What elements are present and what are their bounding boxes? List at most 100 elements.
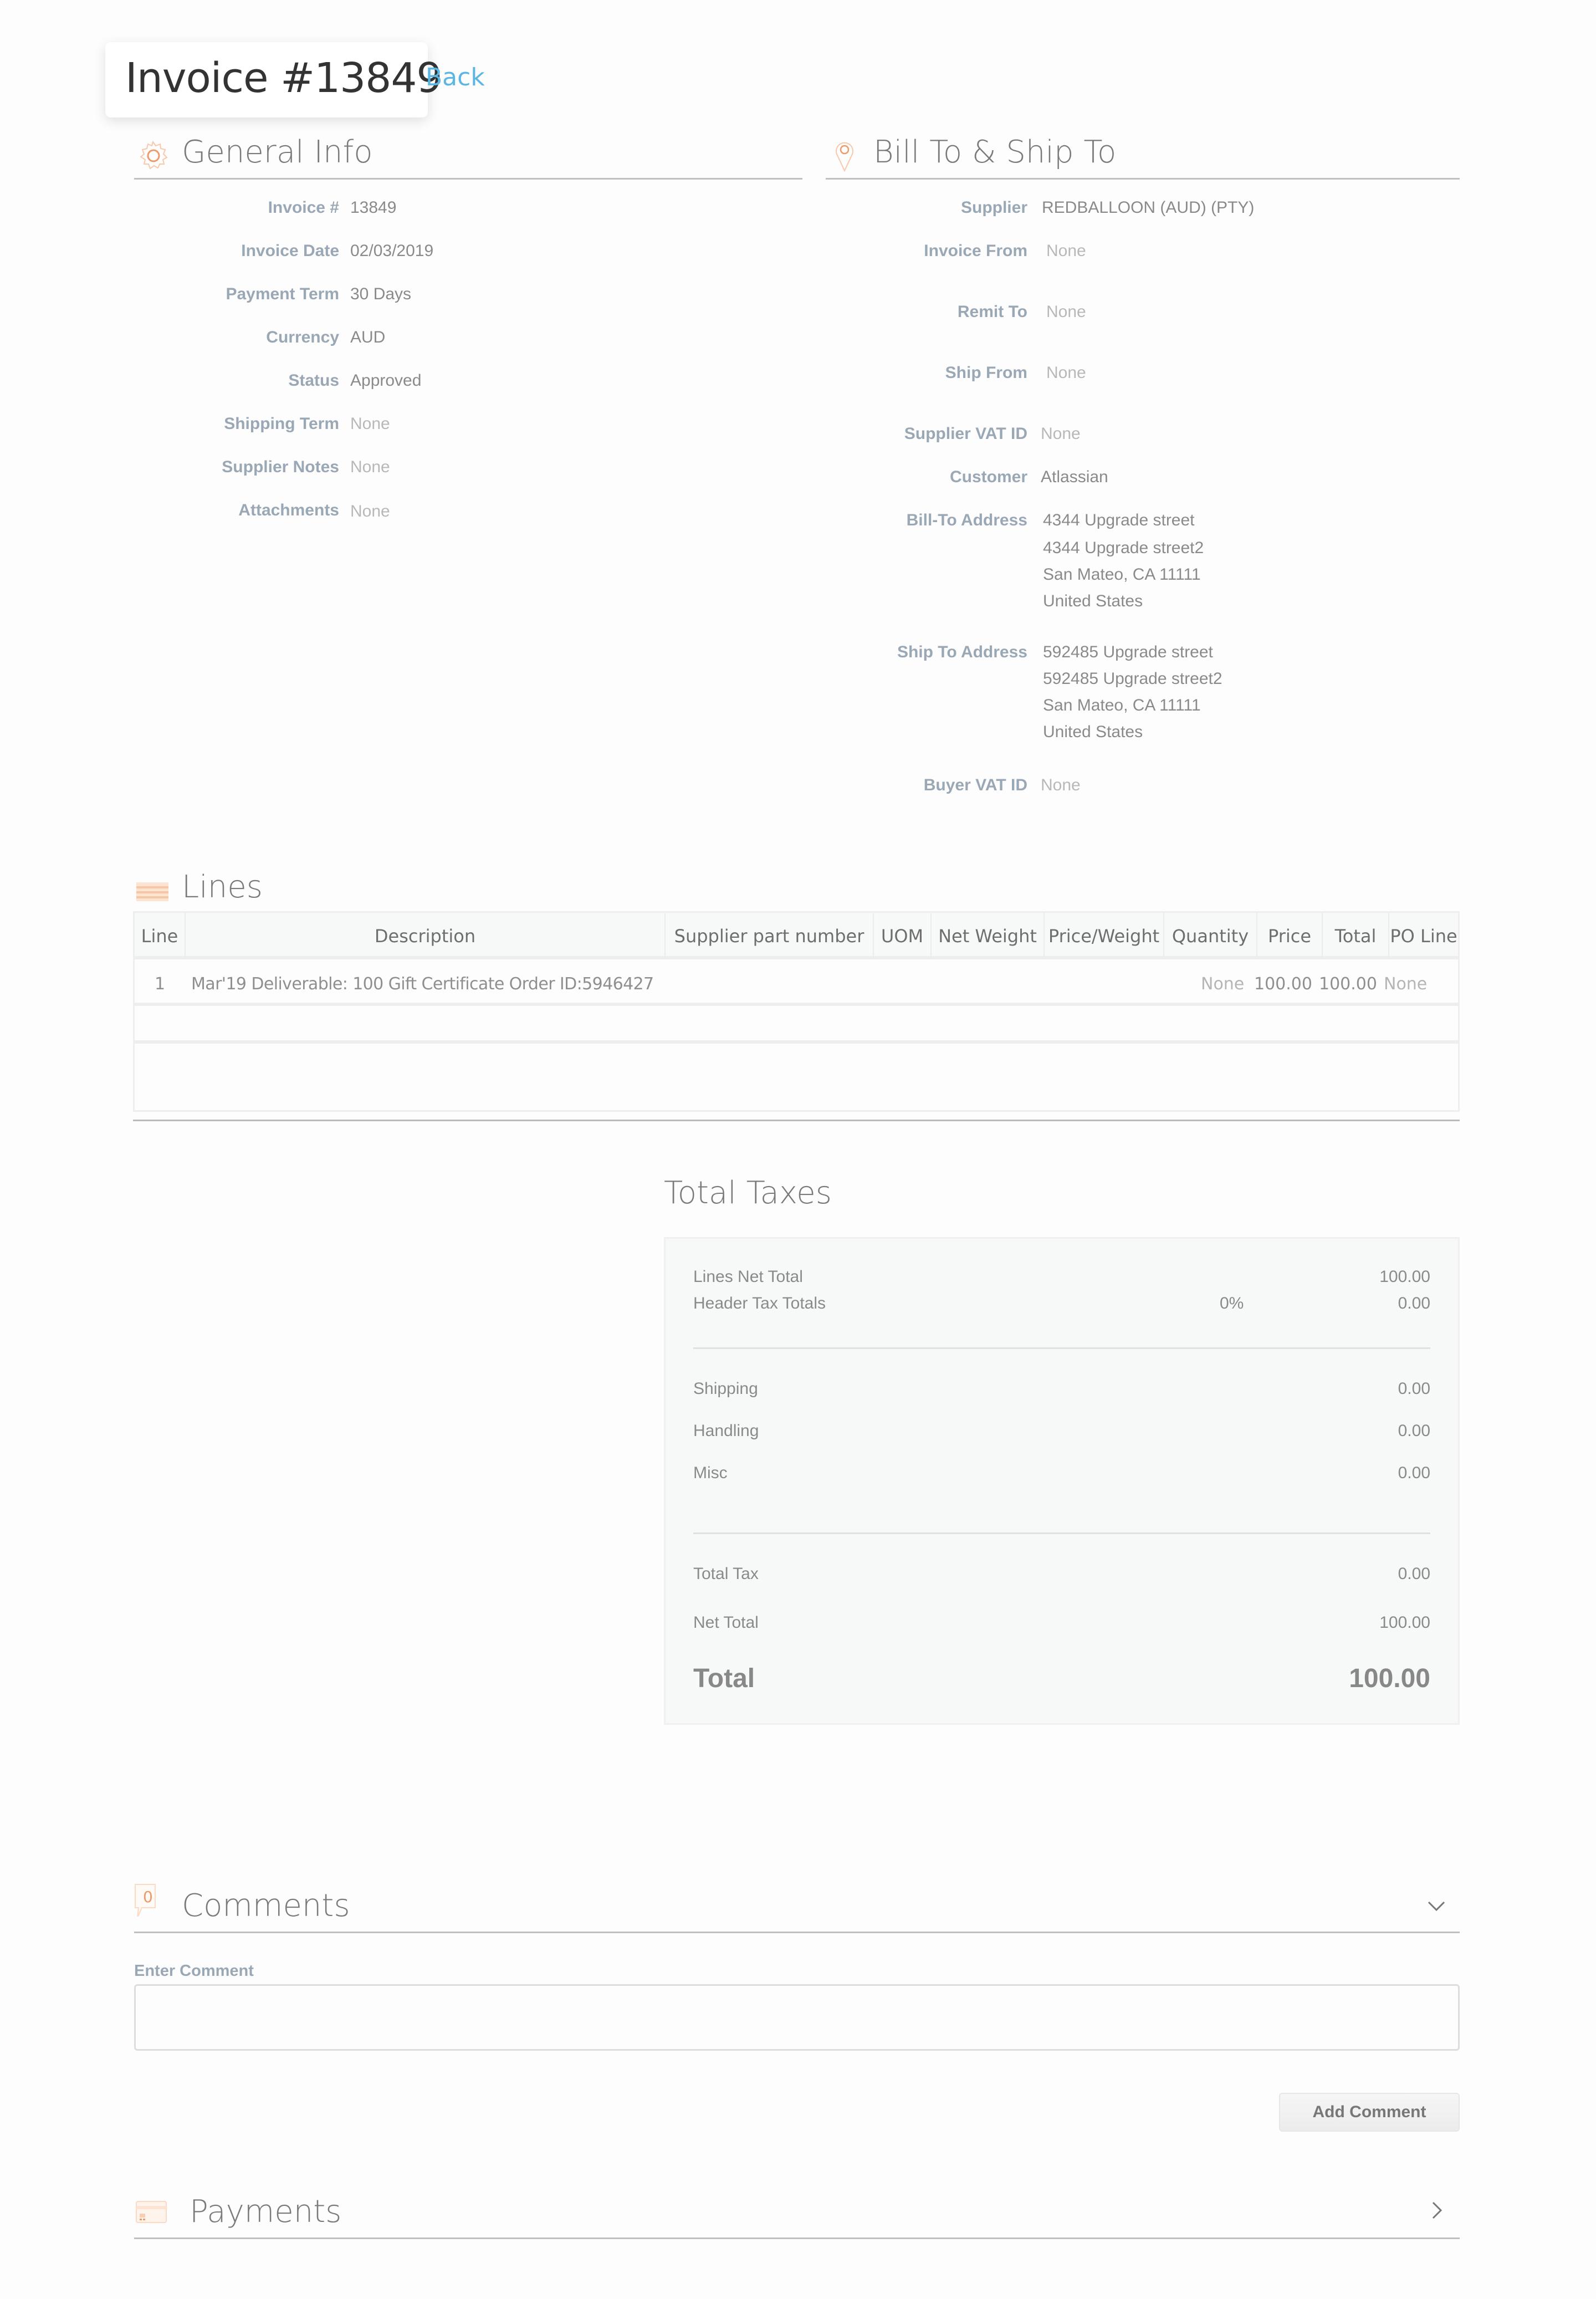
general-info-header: General Info — [134, 130, 802, 180]
field-label: Ship From — [945, 364, 1027, 382]
row-label: Handling — [693, 1422, 759, 1440]
payments-header[interactable]: Payments — [134, 2189, 1460, 2239]
field-value: None — [1041, 425, 1081, 443]
lines-table: Line Description Supplier part number UO… — [133, 911, 1460, 1112]
comment-count-badge: 0 — [143, 1888, 153, 1906]
field-label: Invoice # — [268, 198, 339, 217]
row-label: Header Tax Totals — [693, 1294, 826, 1312]
lines-net-total-row: Lines Net Total 100.00 — [693, 1268, 1430, 1290]
field-label: Supplier Notes — [222, 458, 339, 476]
address-line: 4344 Upgrade street2 — [1043, 539, 1204, 557]
add-comment-button[interactable]: Add Comment — [1279, 2093, 1460, 2132]
field-value: 30 Days — [350, 285, 412, 303]
status-value: Approved — [350, 371, 422, 390]
field-label: Supplier — [960, 198, 1027, 217]
cell-description: Mar'19 Deliverable: 100 Gift Certificate… — [191, 974, 654, 994]
table-row[interactable]: 1 Mar'19 Deliverable: 100 Gift Certifica… — [135, 963, 1458, 1006]
field-value: None — [1046, 242, 1086, 260]
back-link[interactable]: Back — [426, 63, 485, 91]
field-value: AUD — [350, 328, 386, 346]
field-label: Customer — [949, 468, 1027, 486]
customer-value: Atlassian — [1041, 468, 1108, 486]
lines-table-header: Line Description Supplier part number UO… — [135, 913, 1458, 959]
lines-header: Lines — [134, 865, 802, 915]
comments-header[interactable]: 0 Comments — [134, 1883, 1460, 1933]
field-label: Supplier VAT ID — [904, 425, 1027, 443]
chevron-right-icon[interactable] — [1424, 2198, 1449, 2223]
grand-total-row: Total 100.00 — [693, 1663, 1430, 1697]
field-value: None — [350, 458, 390, 476]
col-description[interactable]: Description — [186, 913, 666, 959]
payment-card-icon — [136, 2201, 167, 2223]
comment-input[interactable] — [134, 1984, 1460, 2051]
field-value: None — [350, 415, 390, 433]
total-tax-row: Total Tax 0.00 — [693, 1565, 1430, 1587]
gear-icon — [140, 140, 168, 170]
bill-ship-header: Bill To & Ship To — [826, 130, 1460, 180]
row-value: 0.00 — [1398, 1380, 1430, 1398]
divider — [133, 1120, 1460, 1121]
invoice-title-card: Invoice #13849 — [105, 42, 442, 117]
address-line: San Mateo, CA 11111 — [1043, 565, 1201, 584]
lines-title: Lines — [182, 869, 263, 905]
row-value: 100.00 — [1379, 1613, 1430, 1632]
field-value: None — [1046, 303, 1086, 321]
field-label: Buyer VAT ID — [923, 776, 1027, 794]
field-label: Remit To — [957, 303, 1027, 321]
col-total[interactable]: Total — [1323, 913, 1389, 959]
divider — [693, 1347, 1430, 1349]
net-total-row: Net Total 100.00 — [693, 1613, 1430, 1636]
total-taxes-title: Total Taxes — [664, 1175, 832, 1211]
row-label: Total — [693, 1664, 755, 1693]
col-quantity[interactable]: Quantity — [1164, 913, 1257, 959]
row-value: 0.00 — [1398, 1464, 1430, 1482]
cell-quantity: None — [1201, 974, 1245, 994]
map-pin-icon — [836, 142, 853, 172]
field-label: Invoice Date — [241, 242, 339, 260]
row-label: Misc — [693, 1464, 728, 1482]
row-value: 0.00 — [1398, 1422, 1430, 1440]
col-supplier-part-number[interactable]: Supplier part number — [666, 913, 874, 959]
col-price[interactable]: Price — [1257, 913, 1323, 959]
address-line: 4344 Upgrade street — [1043, 511, 1195, 529]
field-value: None — [1046, 364, 1086, 382]
address-line: United States — [1043, 723, 1143, 741]
cell-po-line: None — [1384, 974, 1428, 994]
cell-line: 1 — [155, 974, 166, 994]
col-uom[interactable]: UOM — [874, 913, 932, 959]
address-line: United States — [1043, 592, 1143, 610]
field-value: None — [1041, 776, 1081, 794]
row-value: 0.00 — [1398, 1565, 1430, 1583]
address-line: 592485 Upgrade street2 — [1043, 670, 1222, 688]
field-label: Shipping Term — [224, 415, 339, 433]
handling-row: Handling 0.00 — [693, 1422, 1430, 1444]
field-value: 13849 — [350, 198, 397, 217]
row-label: Shipping — [693, 1380, 758, 1398]
bill-ship-title: Bill To & Ship To — [873, 134, 1117, 170]
field-label: Attachments — [238, 501, 339, 519]
col-po-line[interactable]: PO Line — [1389, 913, 1458, 959]
address-line: San Mateo, CA 11111 — [1043, 696, 1201, 714]
row-value: 0.00 — [1398, 1294, 1430, 1312]
shipping-row: Shipping 0.00 — [693, 1380, 1430, 1402]
payments-title: Payments — [190, 2194, 342, 2230]
field-label: Bill-To Address — [906, 511, 1027, 529]
field-value: None — [350, 502, 390, 520]
grand-total-value: 100.00 — [1349, 1664, 1430, 1693]
row-label: Total Tax — [693, 1565, 759, 1583]
header-tax-totals-row: Header Tax Totals 0% 0.00 — [693, 1294, 1430, 1316]
field-label: Status — [288, 371, 339, 390]
chevron-down-icon[interactable] — [1424, 1893, 1449, 1918]
field-label: Currency — [266, 328, 339, 346]
row-label: Net Total — [693, 1613, 759, 1632]
cell-total: 100.00 — [1319, 974, 1377, 994]
row-label: Lines Net Total — [693, 1268, 803, 1286]
field-label: Ship To Address — [897, 643, 1027, 661]
col-line[interactable]: Line — [135, 913, 186, 959]
cell-price: 100.00 — [1254, 974, 1312, 994]
field-value: 02/03/2019 — [350, 242, 434, 260]
page-title: Invoice #13849 — [125, 54, 442, 102]
col-price-weight[interactable]: Price/Weight — [1045, 913, 1164, 959]
col-net-weight[interactable]: Net Weight — [932, 913, 1045, 959]
field-label: Invoice From — [924, 242, 1027, 260]
